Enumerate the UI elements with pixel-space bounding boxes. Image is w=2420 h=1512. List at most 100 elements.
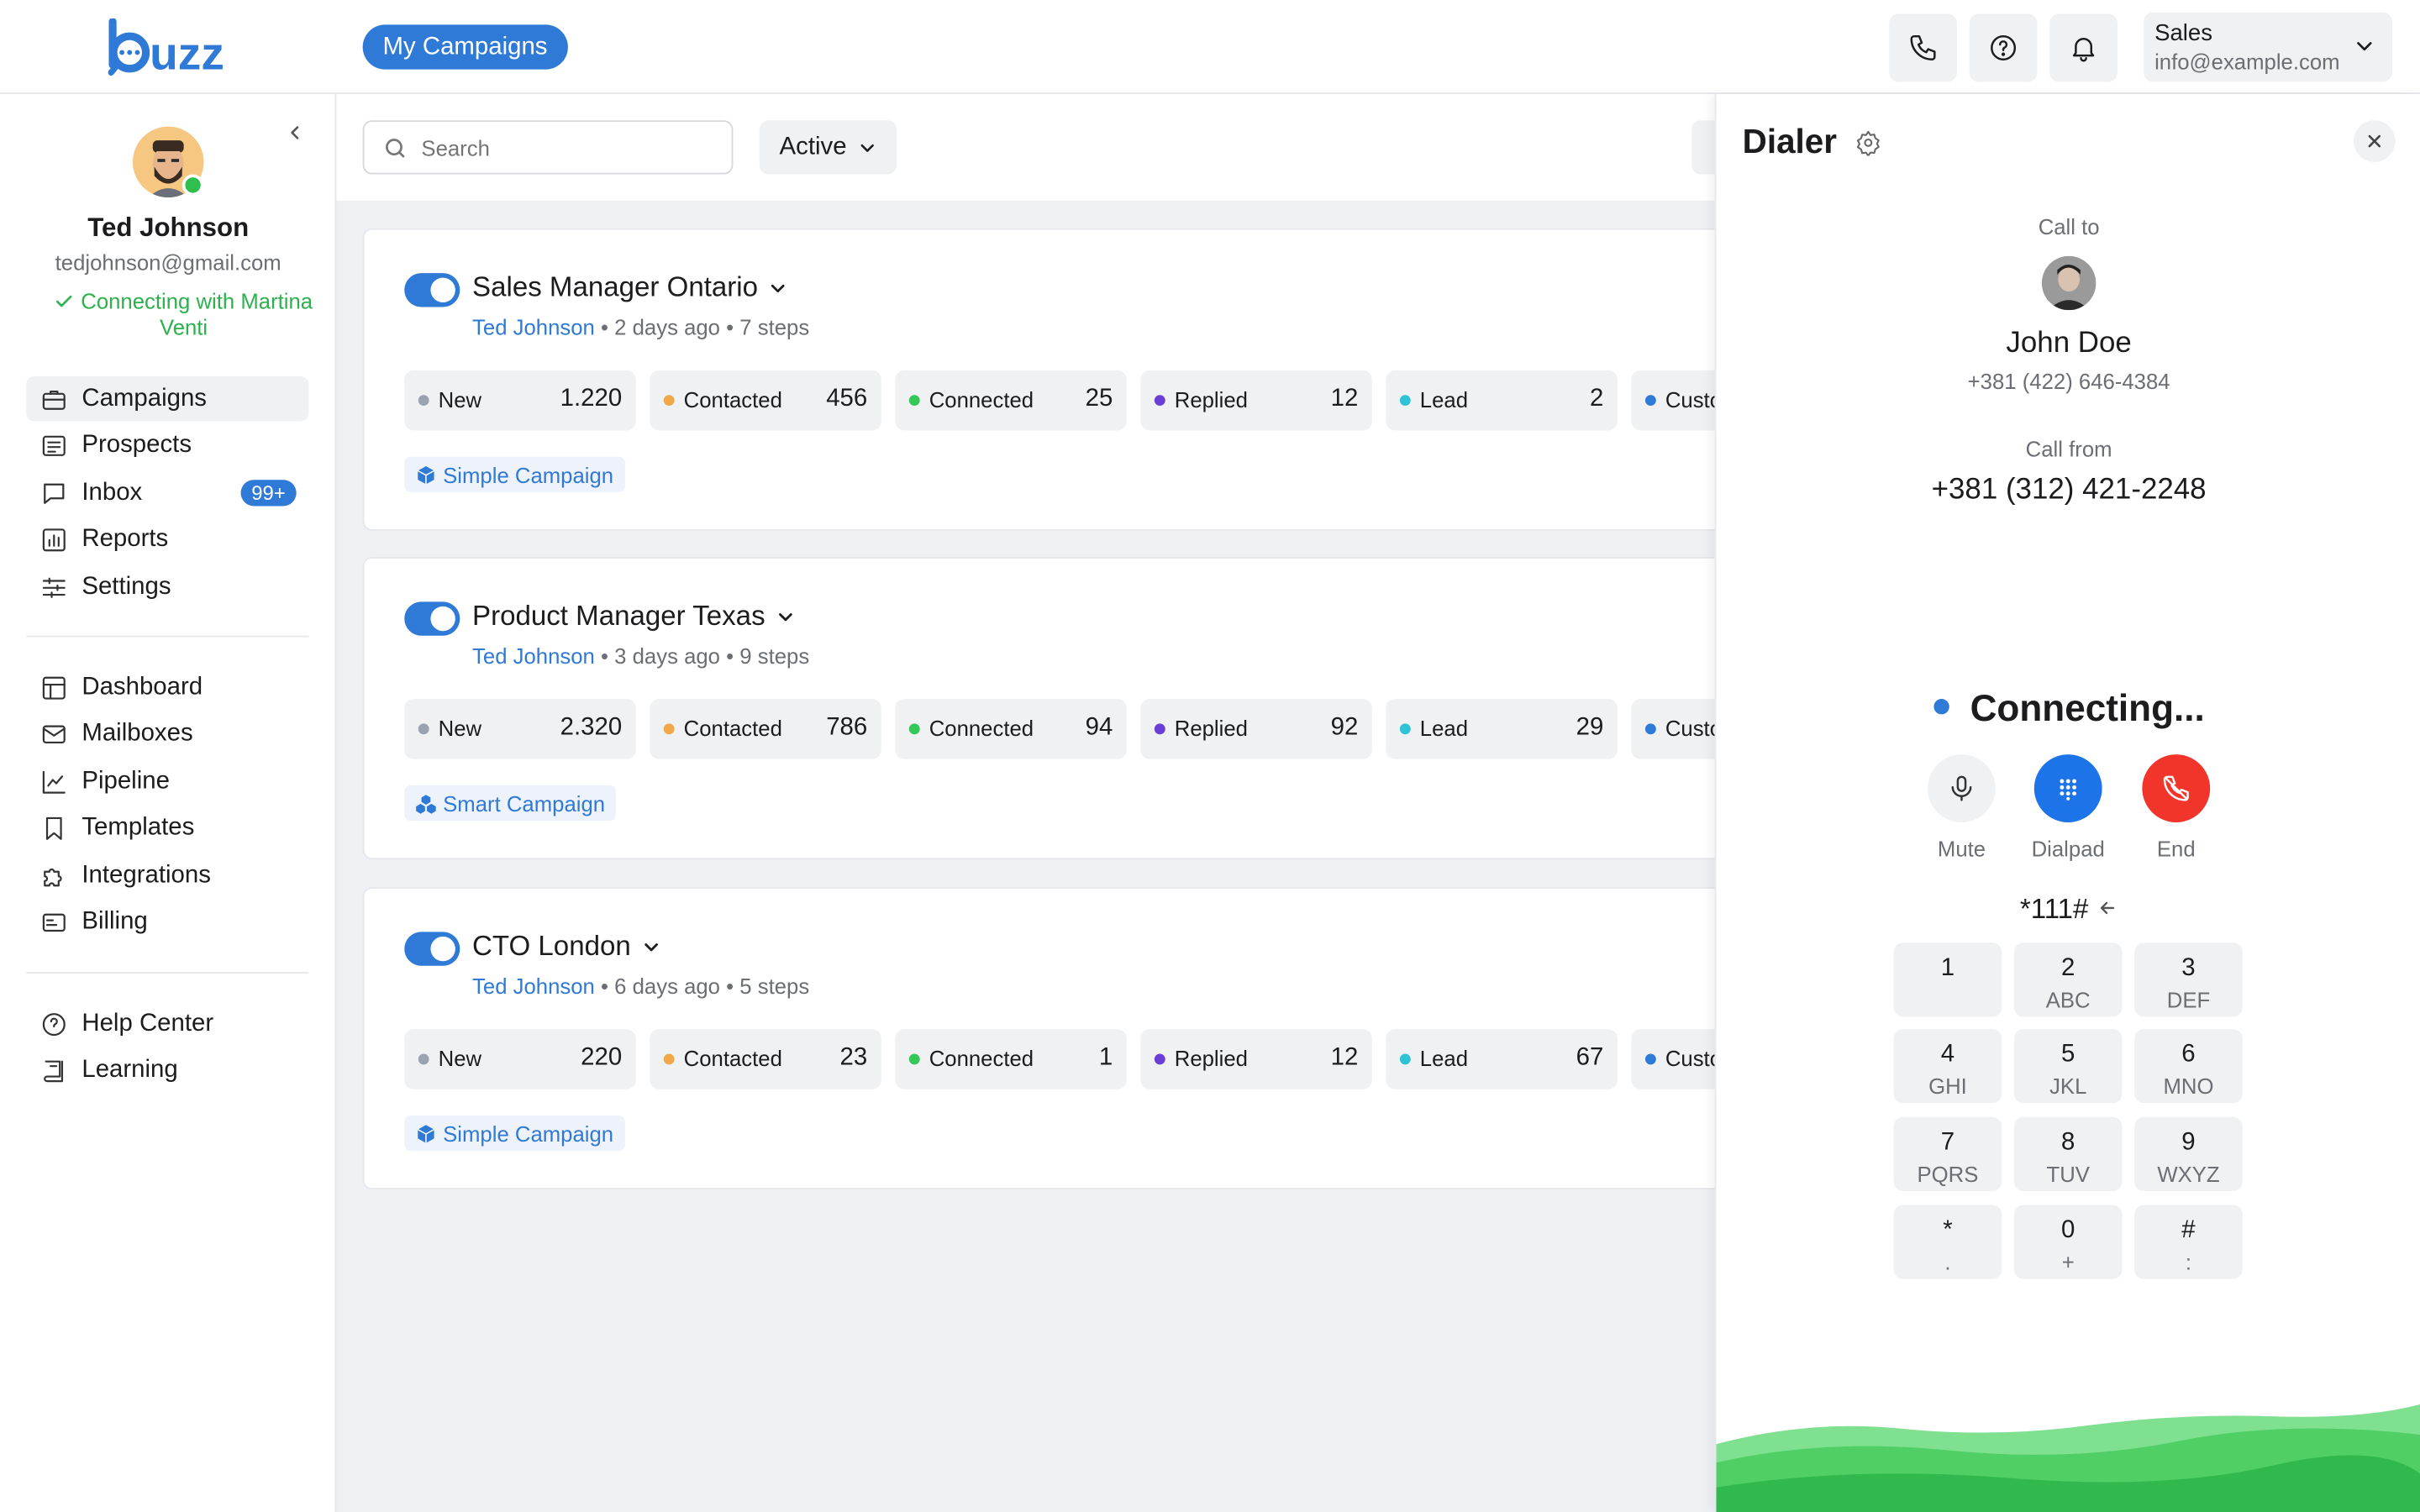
phone-button[interactable] <box>1889 13 1957 82</box>
sidebar-item-prospects[interactable]: Prospects <box>26 423 308 468</box>
campaign-owner[interactable]: Ted Johnson <box>472 974 595 998</box>
dial-key[interactable]: 7 PQRS <box>1893 1116 2002 1191</box>
stat-value: 2 <box>1590 386 1604 412</box>
campaign-toggle[interactable] <box>404 932 460 966</box>
account-switcher[interactable]: Sales info@example.com <box>2144 12 2392 82</box>
dial-key[interactable]: 3 DEF <box>2134 942 2243 1017</box>
dial-key[interactable]: 9 WXYZ <box>2134 1116 2243 1191</box>
campaign-title[interactable]: CTO London <box>472 931 661 963</box>
mute-button[interactable] <box>1928 754 1996 822</box>
buzz-logo[interactable]: uzz <box>108 18 256 77</box>
bell-icon <box>2072 38 2095 62</box>
stat-label: New <box>438 1046 482 1071</box>
sidebar-item-help-center[interactable]: Help Center <box>26 1001 308 1046</box>
chevron-down-icon <box>778 612 792 621</box>
campaign-title[interactable]: Sales Manager Ontario <box>472 271 789 304</box>
stat-pill-connected[interactable]: Connected 1 <box>895 1029 1127 1089</box>
campaign-owner[interactable]: Ted Johnson <box>472 643 595 668</box>
stat-value: 12 <box>1330 1044 1359 1071</box>
close-dialer-button[interactable] <box>2354 120 2396 162</box>
campaign-meta-text: • 3 days ago • 9 steps <box>594 643 810 669</box>
stat-pill-new[interactable]: New 1.220 <box>404 370 636 431</box>
sidebar-item-integrations[interactable]: Integrations <box>26 853 308 898</box>
stat-pill-lead[interactable]: Lead 29 <box>1386 699 1618 759</box>
my-campaigns-button[interactable]: My Campaigns <box>362 24 568 70</box>
status-dot <box>1933 699 1949 715</box>
sidebar-item-dashboard[interactable]: Dashboard <box>26 665 308 710</box>
dial-key[interactable]: *. <box>1893 1205 2002 1279</box>
sidebar-item-settings[interactable]: Settings <box>26 564 308 609</box>
stat-pill-lead[interactable]: Lead 2 <box>1386 370 1618 431</box>
campaign-title[interactable]: Product Manager Texas <box>472 600 796 633</box>
dial-key[interactable]: 2 ABC <box>2013 942 2123 1017</box>
notifications-button[interactable] <box>2049 13 2118 82</box>
dial-key-digit: 9 <box>2181 1129 2196 1156</box>
sidebar-item-mailboxes[interactable]: Mailboxes <box>26 712 308 757</box>
stat-pill-contacted[interactable]: Contacted 23 <box>650 1029 881 1089</box>
campaign-title-text: Product Manager Texas <box>472 600 765 632</box>
collapse-sidebar-icon[interactable] <box>284 122 306 144</box>
stat-dot <box>1399 723 1411 735</box>
stat-pill-replied[interactable]: Replied 12 <box>1140 1029 1372 1089</box>
dial-key[interactable]: 0 + <box>2013 1205 2123 1279</box>
sidebar: Ted Johnson tedjohnson@gmail.com Connect… <box>0 94 337 1512</box>
search-input[interactable] <box>421 134 715 160</box>
dial-key-letters: WXYZ <box>2157 1162 2220 1187</box>
campaign-type-tag[interactable]: Simple Campaign <box>404 1115 624 1152</box>
chat-icon <box>44 482 65 503</box>
campaign-stats: New 1.220 Contacted 456 Connected 25 Replied 12… <box>404 370 1750 431</box>
sidebar-item-label: Dashboard <box>82 673 203 700</box>
campaign-owner[interactable]: Ted Johnson <box>472 315 595 339</box>
campaign-toggle[interactable] <box>404 273 460 307</box>
sidebar-item-billing[interactable]: Billing <box>26 900 308 945</box>
stat-pill-new[interactable]: New 220 <box>404 1029 636 1089</box>
campaign-stats: New 220 Contacted 23 Connected 1 Replied 12 Lead… <box>404 1029 1750 1089</box>
stat-dot <box>663 723 675 735</box>
sidebar-item-label: Templates <box>82 814 195 842</box>
dial-key[interactable]: 5 JKL <box>2013 1029 2123 1104</box>
stat-pill-replied[interactable]: Replied 12 <box>1140 370 1372 431</box>
dialpad-button[interactable] <box>2033 754 2102 822</box>
call-to-label: Call to <box>2038 214 2100 239</box>
dial-key[interactable]: 4 GHI <box>1893 1029 2002 1104</box>
list-icon <box>42 435 66 456</box>
sidebar-item-label: Pipeline <box>82 767 170 794</box>
stat-pill-lead[interactable]: Lead 67 <box>1386 1029 1618 1089</box>
stat-pill-contacted[interactable]: Contacted 786 <box>650 699 881 759</box>
logo-wordmark: uzz <box>150 28 224 77</box>
campaign-type-tag[interactable]: Simple Campaign <box>404 456 624 492</box>
dial-key[interactable]: #: <box>2134 1205 2243 1279</box>
backspace-arrow-icon[interactable] <box>2097 898 2118 918</box>
campaign-card[interactable]: CTO London Ted Johnson • 6 days ago • 5 s… <box>362 887 1752 1190</box>
sidebar-item-pipeline[interactable]: Pipeline <box>26 759 308 804</box>
dial-key[interactable]: 1 <box>1893 942 2002 1017</box>
dial-key[interactable]: 6 MNO <box>2134 1029 2243 1104</box>
stat-pill-connected[interactable]: Connected 25 <box>895 370 1127 431</box>
status-filter-dropdown[interactable]: Active <box>759 120 897 175</box>
sidebar-item-inbox[interactable]: Inbox 99+ <box>26 470 308 515</box>
stat-label: Custo <box>1665 716 1723 741</box>
stat-pill-contacted[interactable]: Contacted 456 <box>650 370 881 431</box>
stat-pill-connected[interactable]: Connected 94 <box>895 699 1127 759</box>
sidebar-item-campaigns[interactable]: Campaigns <box>26 376 309 422</box>
sidebar-item-reports[interactable]: Reports <box>26 517 308 562</box>
dial-key[interactable]: 8 TUV <box>2013 1116 2123 1191</box>
help-button[interactable] <box>1969 13 2038 82</box>
stat-pill-new[interactable]: New 2.320 <box>404 699 636 759</box>
sidebar-item-learning[interactable]: Learning <box>26 1048 308 1093</box>
search-icon <box>386 138 405 157</box>
stat-pill-replied[interactable]: Replied 92 <box>1140 699 1372 759</box>
campaign-card[interactable]: Product Manager Texas Ted Johnson • 3 day… <box>362 557 1752 860</box>
campaign-card[interactable]: Sales Manager Ontario Ted Johnson • 2 day… <box>362 228 1752 531</box>
user-status-text: Connecting with Martina Venti <box>81 288 313 340</box>
stat-dot <box>1644 1053 1656 1065</box>
gear-icon[interactable] <box>1855 129 1881 155</box>
campaign-type-tag[interactable]: Smart Campaign <box>404 785 616 822</box>
campaign-toggle[interactable] <box>404 601 460 636</box>
from-number[interactable]: +381 (312) 421-2248 <box>1716 474 2420 507</box>
end-call-button[interactable] <box>2142 754 2211 822</box>
dial-key-digit: * <box>1943 1217 1953 1244</box>
sidebar-item-templates[interactable]: Templates <box>26 806 308 851</box>
stat-dot <box>663 1053 675 1065</box>
search-box[interactable] <box>362 120 734 175</box>
